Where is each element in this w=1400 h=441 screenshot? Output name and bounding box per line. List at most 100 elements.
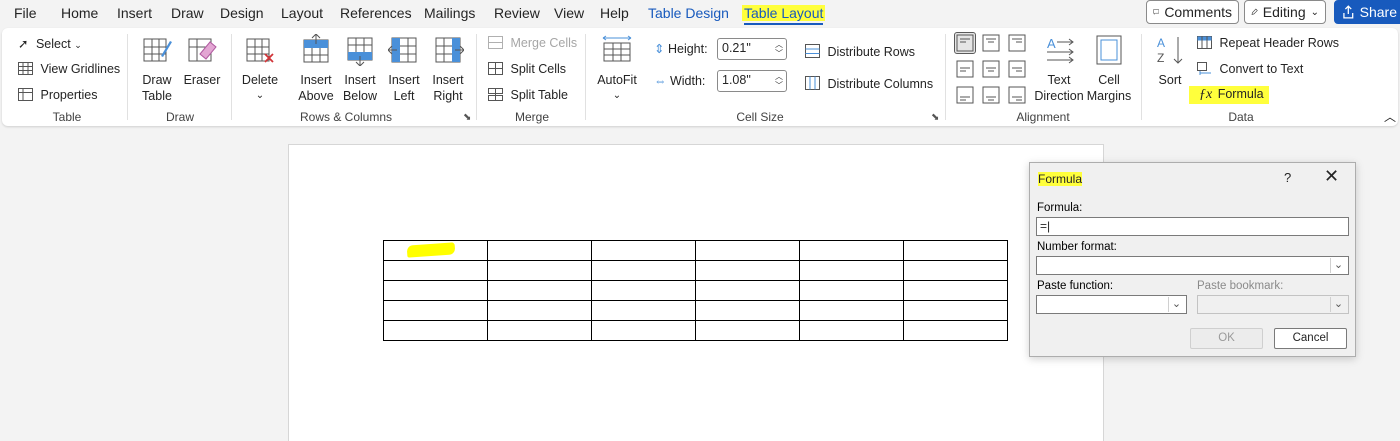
table-cell[interactable] bbox=[903, 240, 1008, 261]
distribute-columns-button[interactable]: Distribute Columns bbox=[805, 76, 933, 91]
table-cell[interactable] bbox=[591, 240, 696, 261]
ok-button[interactable]: OK bbox=[1190, 328, 1263, 349]
share-button[interactable]: Share bbox=[1334, 0, 1400, 24]
tab-design[interactable]: Design bbox=[220, 5, 264, 21]
table-cell[interactable] bbox=[383, 280, 488, 301]
insert-right-button[interactable]: Insert Right bbox=[428, 34, 468, 104]
number-format-select[interactable]: ⌄ bbox=[1036, 256, 1349, 275]
sort-button[interactable]: AZ Sort bbox=[1152, 34, 1188, 88]
draw-table-button[interactable]: Draw Table bbox=[138, 34, 176, 104]
cancel-button[interactable]: Cancel bbox=[1274, 328, 1347, 349]
tab-file[interactable]: File bbox=[14, 5, 37, 21]
table-cell[interactable] bbox=[695, 280, 800, 301]
split-table-button[interactable]: Split Table bbox=[488, 88, 568, 102]
convert-to-text-button[interactable]: Convert to Text bbox=[1197, 62, 1303, 76]
insert-below-button[interactable]: Insert Below bbox=[340, 34, 380, 104]
table-cell[interactable] bbox=[591, 280, 696, 301]
table-cell[interactable] bbox=[695, 240, 800, 261]
collapse-ribbon-icon[interactable]: ︿ bbox=[1384, 108, 1396, 125]
autofit-button[interactable]: AutoFit ⌄ bbox=[594, 34, 640, 104]
table-cell[interactable] bbox=[487, 260, 592, 281]
table-cell[interactable] bbox=[383, 300, 488, 321]
chevron-down-icon: ⌄ bbox=[74, 40, 82, 50]
table-cell[interactable] bbox=[799, 280, 904, 301]
text-direction-icon: A bbox=[1047, 36, 1074, 64]
tab-home[interactable]: Home bbox=[61, 5, 98, 21]
tab-table-layout[interactable]: Table Layout bbox=[742, 5, 826, 25]
align-bottom-center-icon[interactable] bbox=[982, 86, 1000, 104]
split-cells-button[interactable]: Split Cells bbox=[488, 62, 566, 76]
align-bottom-right-icon[interactable] bbox=[1008, 86, 1026, 104]
table-cell[interactable] bbox=[903, 320, 1008, 341]
chevron-down-icon: ⌄ bbox=[612, 90, 622, 101]
cell-margins-label-1: Cell bbox=[1098, 73, 1120, 87]
document-table[interactable] bbox=[383, 240, 1008, 341]
distribute-rows-button[interactable]: Distribute Rows bbox=[805, 44, 915, 59]
tab-draw[interactable]: Draw bbox=[171, 5, 204, 21]
formula-field-label: Formula: bbox=[1037, 202, 1083, 214]
table-cell[interactable] bbox=[799, 260, 904, 281]
eraser-button[interactable]: Eraser bbox=[182, 34, 222, 88]
help-button[interactable]: ? bbox=[1284, 170, 1291, 185]
align-center-right-icon[interactable] bbox=[1008, 60, 1026, 78]
formula-input[interactable]: =| bbox=[1036, 217, 1349, 236]
align-top-right-icon[interactable] bbox=[1008, 34, 1026, 52]
dialog-launcher-icon[interactable]: ⬊ bbox=[931, 112, 939, 123]
table-cell[interactable] bbox=[799, 320, 904, 341]
align-bottom-left-icon[interactable] bbox=[956, 86, 974, 104]
view-gridlines-button[interactable]: View Gridlines bbox=[18, 62, 120, 76]
tab-help[interactable]: Help bbox=[600, 5, 629, 21]
insert-left-button[interactable]: Insert Left bbox=[384, 34, 424, 104]
table-cell[interactable] bbox=[487, 240, 592, 261]
table-cell[interactable] bbox=[487, 280, 592, 301]
text-direction-button[interactable]: A Text Direction bbox=[1032, 34, 1086, 104]
table-cell[interactable] bbox=[695, 320, 800, 341]
comments-button[interactable]: Comments bbox=[1146, 0, 1239, 24]
spinner-arrows-icon[interactable]: ︿ ﹀ bbox=[775, 72, 783, 90]
spinner-arrows-icon[interactable]: ︿ ﹀ bbox=[775, 40, 783, 58]
table-cell[interactable] bbox=[591, 320, 696, 341]
paste-function-select[interactable]: ⌄ bbox=[1036, 295, 1187, 314]
dialog-launcher-icon[interactable]: ⬊ bbox=[463, 112, 471, 123]
align-center-icon[interactable] bbox=[982, 60, 1000, 78]
height-input[interactable]: 0.21" ︿ ﹀ bbox=[717, 38, 787, 60]
table-cell[interactable] bbox=[903, 300, 1008, 321]
table-cell[interactable] bbox=[903, 260, 1008, 281]
tab-insert[interactable]: Insert bbox=[117, 5, 152, 21]
table-cell[interactable] bbox=[383, 320, 488, 341]
tab-references[interactable]: References bbox=[340, 5, 412, 21]
table-cell[interactable] bbox=[487, 300, 592, 321]
insert-above-button[interactable]: Insert Above bbox=[296, 33, 336, 104]
table-cell[interactable] bbox=[903, 280, 1008, 301]
close-icon[interactable]: ✕ bbox=[1324, 166, 1339, 187]
formula-label: Formula bbox=[1217, 87, 1264, 101]
delete-button[interactable]: Delete ⌄ bbox=[240, 34, 280, 104]
editing-button[interactable]: Editing ⌄ bbox=[1244, 0, 1326, 24]
width-value: 1.08" bbox=[722, 73, 751, 87]
merge-cells-button[interactable]: Merge Cells bbox=[488, 36, 577, 50]
paste-bookmark-select[interactable]: ⌄ bbox=[1197, 295, 1349, 314]
table-cell[interactable] bbox=[591, 260, 696, 281]
cell-margins-button[interactable]: Cell Margins bbox=[1086, 34, 1132, 104]
tab-review[interactable]: Review bbox=[494, 5, 540, 21]
tab-table-design[interactable]: Table Design bbox=[648, 5, 729, 21]
height-control: ⇕ Height: bbox=[654, 41, 708, 56]
tab-view[interactable]: View bbox=[554, 5, 584, 21]
align-top-center-icon[interactable] bbox=[982, 34, 1000, 52]
tab-mailings[interactable]: Mailings bbox=[424, 5, 475, 21]
table-cell[interactable] bbox=[695, 260, 800, 281]
select-button[interactable]: ➚ Select ⌄ bbox=[18, 36, 82, 51]
repeat-header-rows-button[interactable]: Repeat Header Rows bbox=[1197, 36, 1339, 50]
table-cell[interactable] bbox=[799, 300, 904, 321]
width-input[interactable]: 1.08" ︿ ﹀ bbox=[717, 70, 787, 92]
formula-button[interactable]: ƒx Formula bbox=[1189, 86, 1269, 104]
align-center-left-icon[interactable] bbox=[956, 60, 974, 78]
properties-button[interactable]: Properties bbox=[18, 88, 97, 102]
table-cell[interactable] bbox=[487, 320, 592, 341]
chevron-down-icon: ⌄ bbox=[255, 90, 265, 101]
table-cell[interactable] bbox=[383, 260, 488, 281]
table-cell[interactable] bbox=[591, 300, 696, 321]
tab-layout[interactable]: Layout bbox=[281, 5, 323, 21]
table-cell[interactable] bbox=[695, 300, 800, 321]
table-cell[interactable] bbox=[799, 240, 904, 261]
